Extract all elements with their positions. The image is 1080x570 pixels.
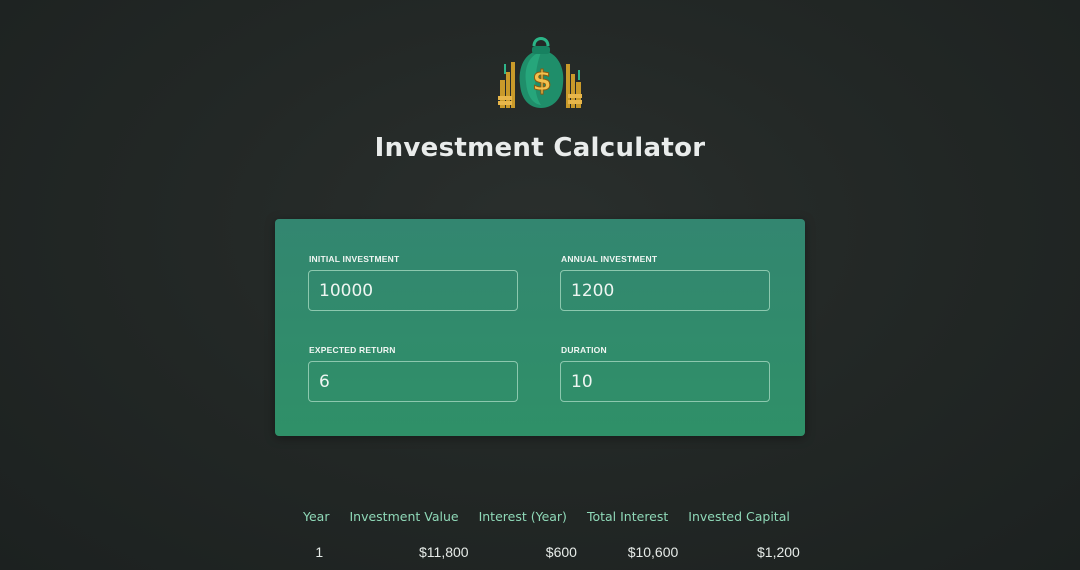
results-header-row: Year Investment Value Interest (Year) To…	[293, 504, 800, 528]
table-row: 1 $11,800 $600 $10,600 $1,200	[293, 528, 800, 570]
cell-total-interest: $10,600	[627, 544, 679, 560]
svg-text:$: $	[532, 64, 551, 97]
cell-invested-capital: $1,200	[757, 544, 800, 560]
input-panel: INITIAL INVESTMENT ANNUAL INVESTMENT EXP…	[275, 219, 805, 436]
duration-input[interactable]	[560, 361, 770, 402]
annual-investment-label: ANNUAL INVESTMENT	[561, 254, 658, 264]
expected-return-group: EXPECTED RETURN	[308, 345, 520, 402]
header-total-interest: Total Interest	[586, 508, 669, 524]
header-investment-value: Investment Value	[349, 508, 459, 524]
annual-investment-group: ANNUAL INVESTMENT	[560, 254, 772, 311]
cell-interest-year: $600	[545, 544, 577, 560]
header-invested-capital: Invested Capital	[688, 508, 790, 524]
duration-label: DURATION	[561, 345, 607, 355]
duration-group: DURATION	[560, 345, 772, 402]
initial-investment-group: INITIAL INVESTMENT	[308, 254, 520, 311]
results-table: Year Investment Value Interest (Year) To…	[293, 504, 800, 570]
cell-investment-value: $11,800	[419, 544, 469, 560]
header-interest-year: Interest (Year)	[478, 508, 567, 524]
initial-investment-label: INITIAL INVESTMENT	[309, 254, 400, 264]
expected-return-input[interactable]	[308, 361, 518, 402]
money-bag-icon: $	[498, 37, 582, 108]
page-title: Investment Calculator	[374, 133, 706, 163]
header-year: Year	[303, 508, 330, 524]
cell-year: 1	[315, 544, 324, 560]
expected-return-label: EXPECTED RETURN	[309, 345, 396, 355]
annual-investment-input[interactable]	[560, 270, 770, 311]
initial-investment-input[interactable]	[308, 270, 518, 311]
